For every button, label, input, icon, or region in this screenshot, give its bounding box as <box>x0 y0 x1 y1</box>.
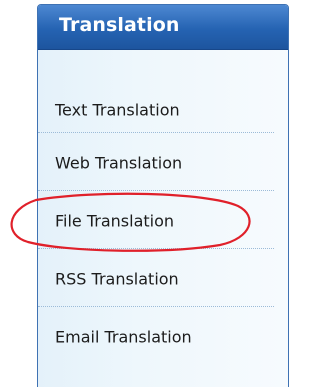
nav-item-email-translation[interactable]: Email Translation <box>38 307 274 365</box>
nav-item-label: Email Translation <box>55 327 192 347</box>
nav-item-file-translation[interactable]: File Translation <box>38 191 274 249</box>
menu-header: Translation <box>38 5 288 50</box>
translation-menu-panel: Translation Text Translation Web Transla… <box>37 4 289 387</box>
nav-item-label: Text Translation <box>55 100 180 120</box>
menu-title: Translation <box>59 14 180 36</box>
nav-item-web-translation[interactable]: Web Translation <box>38 133 274 191</box>
nav-item-label: Web Translation <box>55 153 183 173</box>
nav-item-label: RSS Translation <box>55 269 179 289</box>
translation-nav-list: Text Translation Web Translation File Tr… <box>38 50 288 365</box>
nav-item-rss-translation[interactable]: RSS Translation <box>38 249 274 307</box>
nav-item-text-translation[interactable]: Text Translation <box>38 50 274 133</box>
nav-item-label: File Translation <box>55 211 175 231</box>
